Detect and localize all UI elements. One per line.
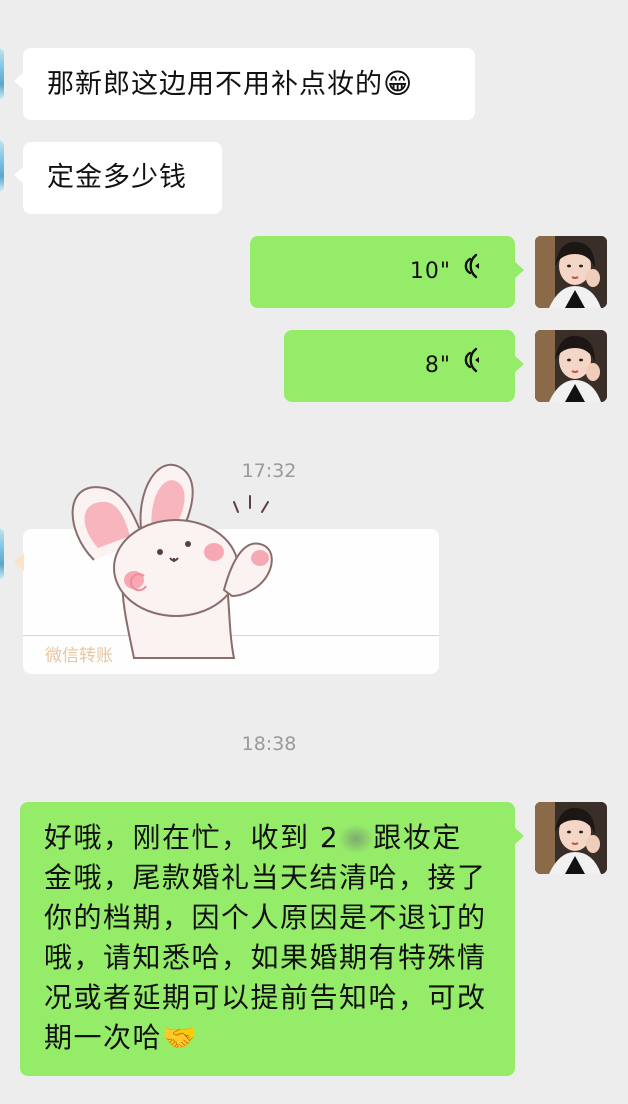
my-avatar[interactable] xyxy=(535,330,607,402)
contact-avatar[interactable] xyxy=(0,140,4,192)
timestamp: 18:38 xyxy=(241,733,297,755)
message-line: 期一次哈🤝 xyxy=(44,1021,199,1054)
incoming-message[interactable]: 那新郎这边用不用补点妆的😁 xyxy=(14,48,475,120)
chat-view: 那新郎这边用不用补点妆的😁 定金多少钱 10" 8" 17:32 微信转账 18… xyxy=(0,0,628,1104)
message-line: 金哦，尾款婚礼当天结清哈，接了 xyxy=(44,861,487,894)
bunny-sticker[interactable] xyxy=(64,440,304,660)
voice-duration: 10" xyxy=(409,259,451,284)
voice-message[interactable]: 10" xyxy=(250,236,524,308)
voice-wave-icon xyxy=(459,253,481,291)
my-avatar[interactable] xyxy=(535,802,607,874)
message-line: 哦，请知悉哈，如果婚期有特殊情 xyxy=(44,941,487,974)
message-line: 况或者延期可以提前告知哈，可改 xyxy=(44,981,487,1014)
message-line: 你的档期，因个人原因是不退订的 xyxy=(44,901,487,934)
my-avatar[interactable] xyxy=(535,236,607,308)
voice-message[interactable]: 8" xyxy=(284,330,524,402)
grin-emoji: 😁 xyxy=(383,67,414,100)
message-line: 好哦，刚在忙，收到 2 跟妆定 xyxy=(44,821,462,854)
message-text: 定金多少钱 xyxy=(47,162,187,193)
handshake-emoji: 🤝 xyxy=(162,1021,199,1054)
blurred-amount xyxy=(339,825,374,853)
contact-avatar[interactable] xyxy=(0,528,4,580)
contact-avatar[interactable] xyxy=(0,48,4,100)
voice-duration: 8" xyxy=(424,353,451,378)
outgoing-message[interactable]: 好哦，刚在忙，收到 2 跟妆定 金哦，尾款婚礼当天结清哈，接了 你的档期，因个人原… xyxy=(20,802,524,1076)
voice-wave-icon xyxy=(459,347,481,385)
incoming-message[interactable]: 定金多少钱 xyxy=(14,142,222,214)
message-text: 那新郎这边用不用补点妆的 xyxy=(47,69,383,100)
